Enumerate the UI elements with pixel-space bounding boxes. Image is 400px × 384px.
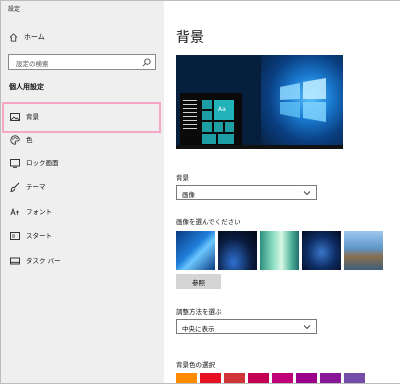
sidebar-item-label: タスク バー xyxy=(26,257,61,265)
font-icon xyxy=(10,207,19,216)
color-swatch[interactable] xyxy=(176,373,197,383)
search-input[interactable]: 設定の検索 xyxy=(8,54,156,70)
thumbnail-green-waves[interactable] xyxy=(260,231,299,270)
thumbnail-deep-blue[interactable] xyxy=(302,231,341,270)
windows-logo-image xyxy=(280,78,326,122)
app-title: 設定 xyxy=(8,6,21,13)
fit-label: 調整方法を選ぶ xyxy=(176,308,222,316)
thumbnail-windows-light[interactable] xyxy=(176,231,215,270)
color-swatch[interactable] xyxy=(200,373,221,383)
home-icon xyxy=(9,32,18,42)
chevron-down-icon xyxy=(303,191,311,196)
search-icon xyxy=(142,58,151,67)
accent-tile: Aa xyxy=(214,100,234,120)
settings-window: 設定 ホーム 設定の検索 個人用設定 背景 色 ロック画面 テーマ フォント ス… xyxy=(0,0,400,384)
sidebar-item-label: 背景 xyxy=(26,113,39,121)
background-color-label: 背景色の選択 xyxy=(176,361,215,369)
brush-icon xyxy=(10,182,20,192)
sidebar-item-label: フォント xyxy=(26,208,52,216)
color-swatch[interactable] xyxy=(320,373,341,383)
start-menu-preview: Aa xyxy=(180,93,242,149)
search-placeholder: 設定の検索 xyxy=(16,60,49,68)
thumbnail-beach-rocks[interactable] xyxy=(344,231,383,270)
page-title: 背景 xyxy=(176,30,204,46)
sidebar-item-label: ロック画面 xyxy=(26,159,59,167)
tile-text: Aa xyxy=(218,106,226,113)
fit-dropdown[interactable]: 中央に表示 xyxy=(176,319,317,334)
background-value: 画像 xyxy=(182,191,195,199)
palette-icon xyxy=(10,135,20,145)
browse-button-label: 参照 xyxy=(192,279,205,287)
color-swatch[interactable] xyxy=(224,373,245,383)
sidebar-item-start[interactable]: スタート xyxy=(1,224,164,248)
color-swatch[interactable] xyxy=(296,373,317,383)
color-swatch[interactable] xyxy=(344,373,365,383)
sidebar-item-color[interactable]: 色 xyxy=(1,128,164,152)
background-label: 背景 xyxy=(176,174,189,182)
home-label: ホーム xyxy=(24,33,45,41)
sidebar-item-label: スタート xyxy=(26,232,52,240)
sidebar-item-background[interactable]: 背景 xyxy=(1,105,164,129)
lock-screen-icon xyxy=(10,159,20,168)
browse-button[interactable]: 参照 xyxy=(176,274,221,289)
sidebar-item-lock-screen[interactable]: ロック画面 xyxy=(1,151,164,175)
color-swatch[interactable] xyxy=(248,373,269,383)
start-icon xyxy=(10,232,20,240)
color-swatch[interactable] xyxy=(272,373,293,383)
choose-picture-label: 画像を選んでください xyxy=(176,218,241,226)
taskbar-icon xyxy=(10,257,20,265)
fit-value: 中央に表示 xyxy=(182,325,215,333)
sidebar-item-font[interactable]: フォント xyxy=(1,200,164,224)
picture-thumbnails xyxy=(176,231,384,270)
sidebar-item-taskbar[interactable]: タスク バー xyxy=(1,249,164,273)
taskbar-preview xyxy=(176,145,343,149)
sidebar: 設定 ホーム 設定の検索 個人用設定 背景 色 ロック画面 テーマ フォント ス… xyxy=(1,1,164,383)
thumbnail-windows-dark[interactable] xyxy=(218,231,257,270)
sidebar-item-label: テーマ xyxy=(26,183,46,191)
home-link[interactable]: ホーム xyxy=(9,30,45,44)
main-panel: 背景 Aa 背景 画像 画像を選んでください 参照 調整方法を選ぶ 中央に表示 … xyxy=(164,1,400,383)
background-dropdown[interactable]: 画像 xyxy=(176,185,317,200)
section-title: 個人用設定 xyxy=(9,83,44,91)
chevron-down-icon xyxy=(303,325,311,330)
picture-icon xyxy=(10,113,20,121)
desktop-preview: Aa xyxy=(176,55,343,149)
sidebar-item-label: 色 xyxy=(26,136,33,144)
sidebar-item-theme[interactable]: テーマ xyxy=(1,175,164,199)
